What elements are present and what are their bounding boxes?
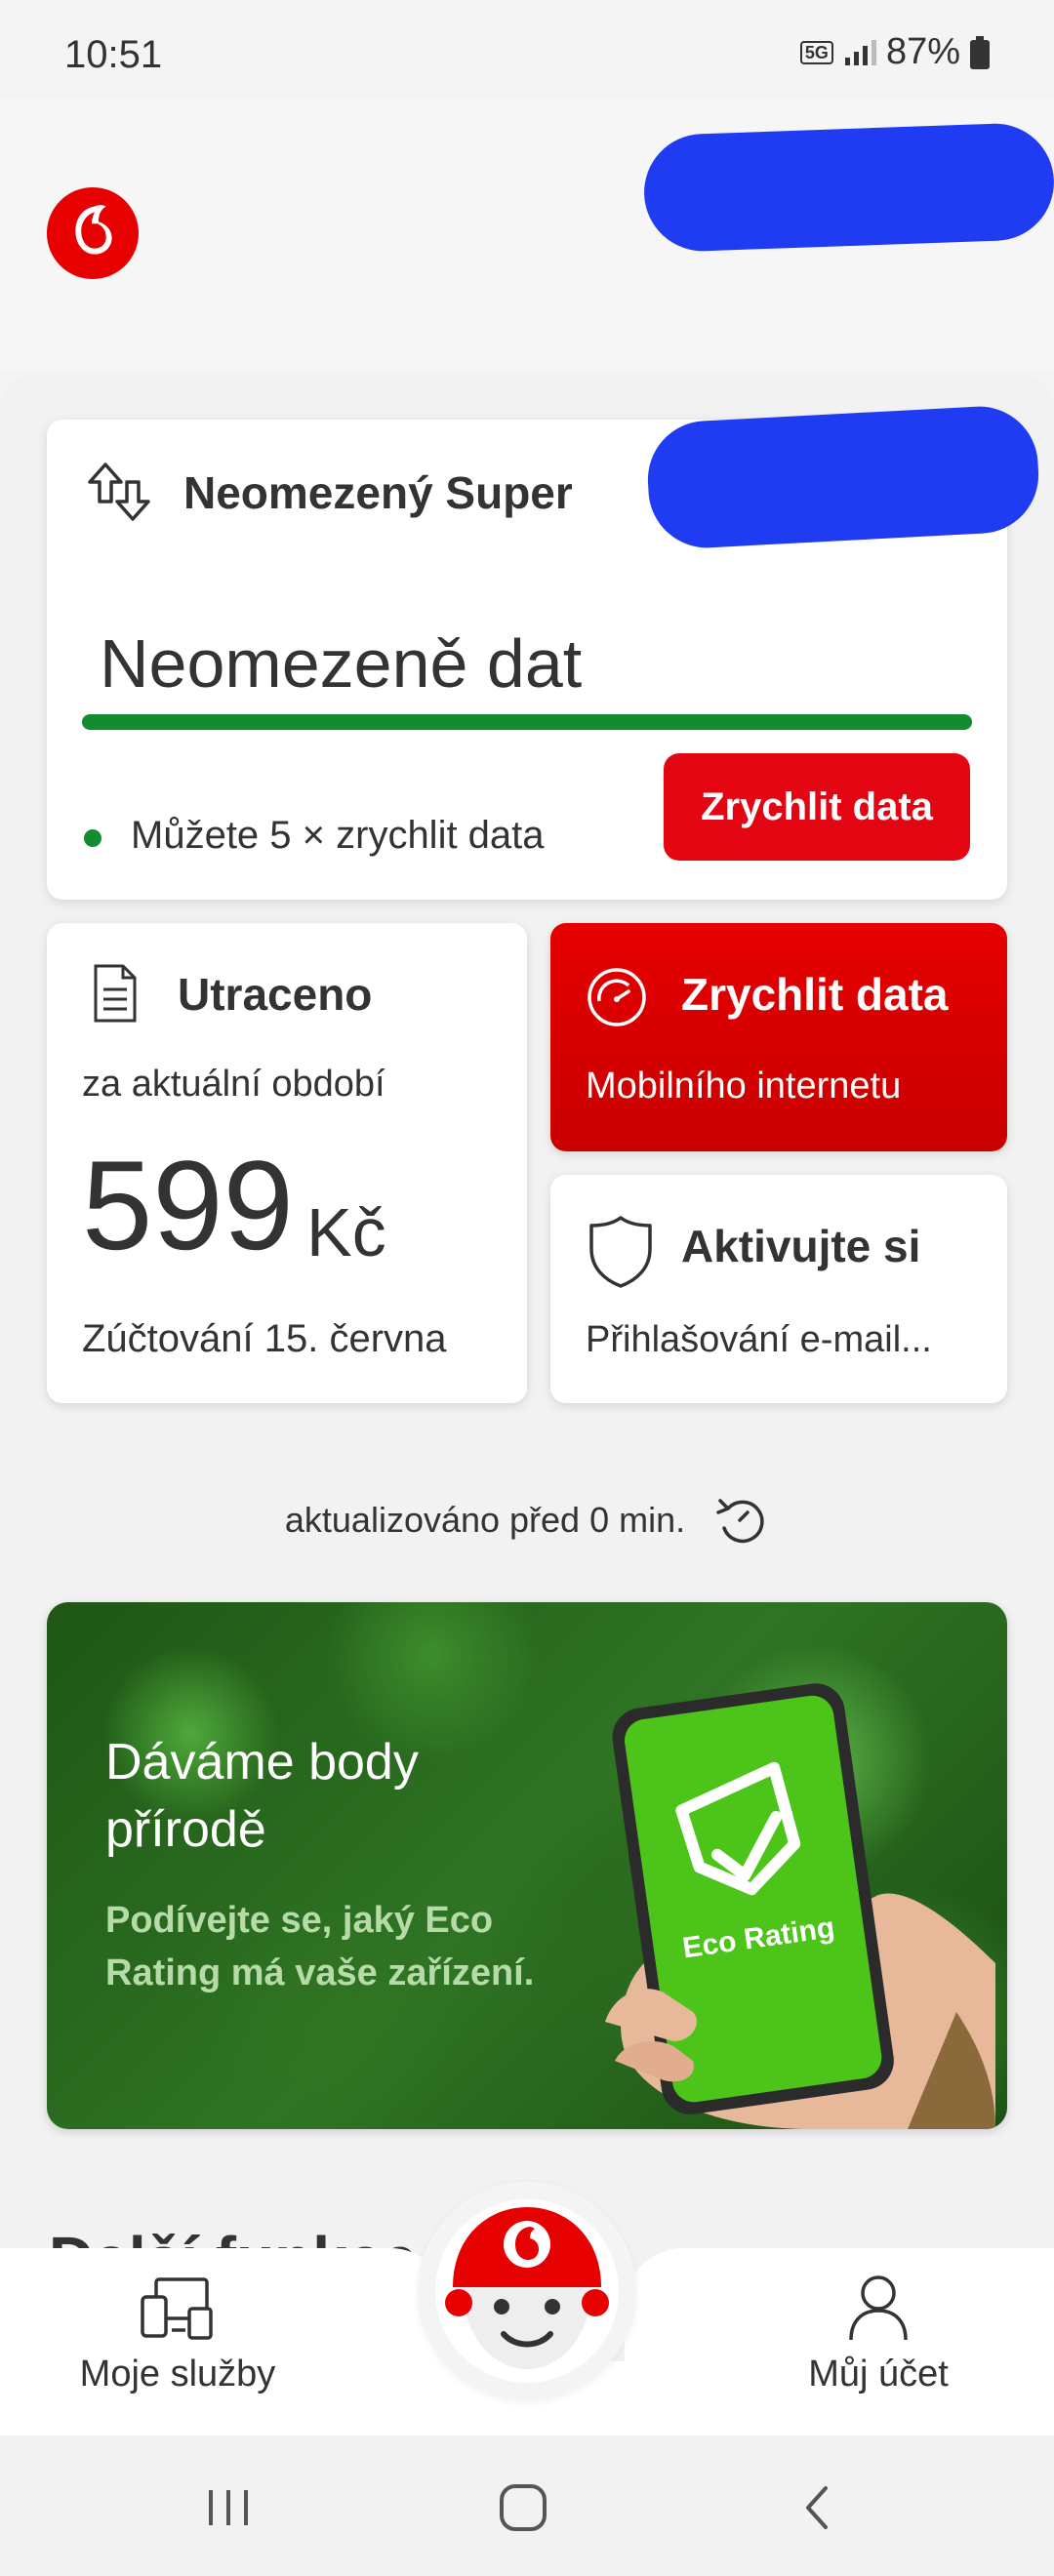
spent-amount: 599 bbox=[82, 1134, 294, 1276]
activate-title: Aktivujte si bbox=[681, 1221, 921, 1271]
battery-icon bbox=[970, 35, 990, 69]
data-transfer-icon bbox=[88, 463, 150, 521]
activate-tile[interactable]: Aktivujte si Přihlašování e-mail... bbox=[550, 1175, 1007, 1403]
updated-text: aktualizováno před 0 min. bbox=[284, 1500, 686, 1540]
recent-apps-icon[interactable] bbox=[199, 2478, 258, 2537]
user-icon bbox=[849, 2275, 908, 2341]
spent-currency: Kč bbox=[306, 1194, 386, 1270]
status-dot bbox=[84, 829, 101, 847]
redacted-region bbox=[644, 403, 1042, 551]
nav-my-account[interactable]: Můj účet bbox=[751, 2274, 1005, 2420]
boost-tile-subtitle: Mobilního internetu bbox=[586, 1066, 902, 1107]
shield-icon bbox=[589, 1216, 652, 1288]
status-bar: 10:51 5G 87% bbox=[0, 0, 1054, 98]
status-time: 10:51 bbox=[64, 33, 163, 76]
spent-period: za aktuální období bbox=[82, 1064, 385, 1105]
document-icon bbox=[94, 964, 137, 1023]
back-icon[interactable] bbox=[789, 2478, 847, 2537]
boost-tile-title: Zrychlit data bbox=[681, 969, 949, 1020]
speedometer-icon bbox=[588, 968, 646, 1026]
boosts-note: Můžete 5 × zrychlit data bbox=[131, 814, 545, 857]
plan-data-label: Neomezeně dat bbox=[100, 625, 583, 702]
vodafone-logo bbox=[46, 186, 140, 280]
battery-percent: 87% bbox=[885, 31, 960, 72]
nav-my-services[interactable]: Moje služby bbox=[51, 2274, 304, 2420]
spent-title: Utraceno bbox=[178, 969, 373, 1020]
banner-subtitle: Podívejte se, jaký Eco Rating má vaše za… bbox=[105, 1900, 535, 1993]
signal-icon bbox=[844, 39, 876, 65]
home-icon[interactable] bbox=[494, 2478, 552, 2537]
eco-rating-banner[interactable]: Dáváme body přírodě Podívejte se, jaký E… bbox=[47, 1602, 1007, 2129]
devices-icon bbox=[141, 2277, 213, 2340]
app-header bbox=[0, 98, 1054, 371]
system-navigation-bar bbox=[0, 2435, 1054, 2576]
boost-data-tile[interactable]: Zrychlit data Mobilního internetu bbox=[550, 923, 1007, 1151]
assistant-button[interactable] bbox=[433, 2197, 621, 2385]
plan-name: Neomezený Super bbox=[183, 467, 573, 518]
boost-data-button[interactable]: Zrychlit data bbox=[664, 753, 970, 861]
data-usage-bar bbox=[82, 714, 972, 730]
status-indicators: 5G 87% bbox=[799, 31, 990, 73]
refresh-icon[interactable] bbox=[710, 1491, 769, 1550]
billing-date: Zúčtování 15. června bbox=[82, 1317, 447, 1360]
phone-in-hand-illustration: Eco Rating bbox=[605, 1683, 995, 2129]
network-badge: 5G bbox=[799, 40, 833, 64]
redacted-region bbox=[642, 121, 1054, 254]
banner-title: Dáváme body přírodě bbox=[105, 1734, 419, 1858]
nav-my-account-label: Můj účet bbox=[808, 2354, 949, 2395]
spent-card[interactable]: Utraceno za aktuální období 599 Kč Zúčto… bbox=[47, 923, 527, 1403]
activate-subtitle: Přihlašování e-mail... bbox=[586, 1319, 932, 1360]
nav-my-services-label: Moje služby bbox=[79, 2354, 276, 2395]
updated-row: aktualizováno před 0 min. bbox=[0, 1491, 1054, 1550]
